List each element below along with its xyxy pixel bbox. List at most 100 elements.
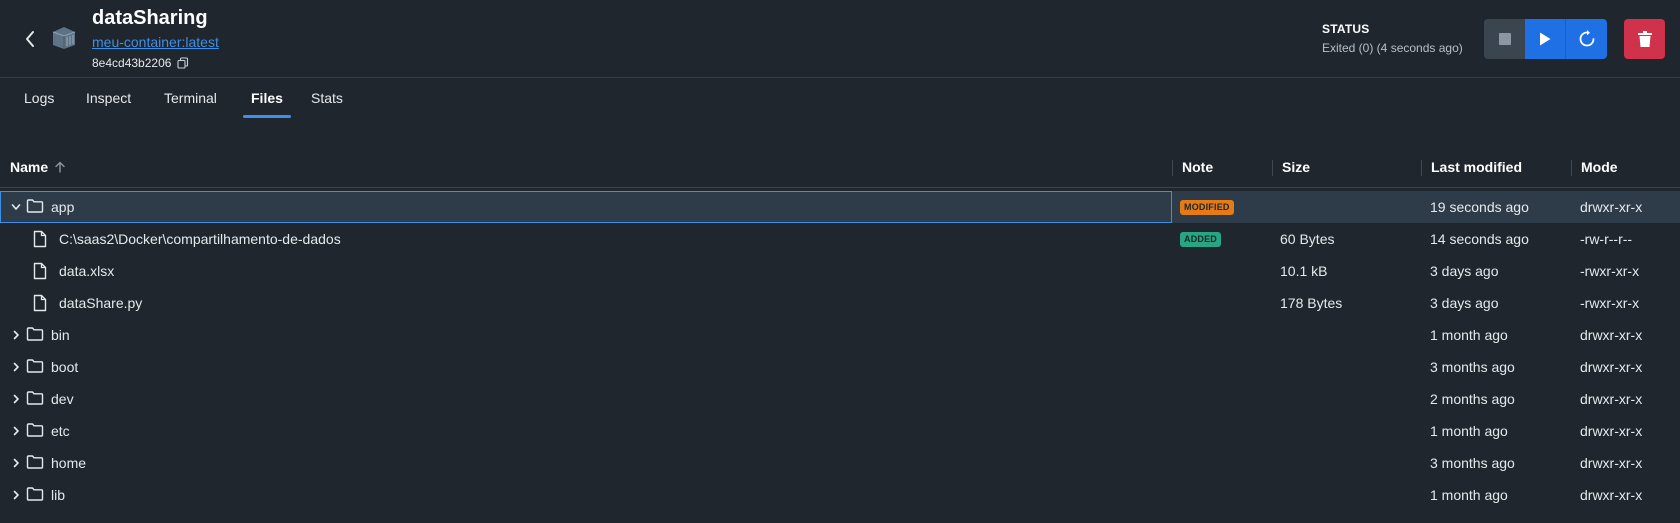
modified-cell: 14 seconds ago bbox=[1430, 231, 1529, 247]
mode-cell: drwxr-xr-x bbox=[1580, 455, 1643, 471]
file-name: dev bbox=[51, 391, 74, 407]
file-icon bbox=[33, 262, 51, 280]
mode-cell: drwxr-xr-x bbox=[1580, 487, 1643, 503]
modified-cell: 1 month ago bbox=[1430, 327, 1508, 343]
mode-cell: drwxr-xr-x bbox=[1580, 391, 1643, 407]
tab-stats[interactable]: Stats bbox=[311, 78, 343, 118]
modified-cell: 19 seconds ago bbox=[1430, 199, 1529, 215]
file-name: data.xlsx bbox=[59, 263, 115, 279]
column-header-mode[interactable]: Mode bbox=[1581, 159, 1618, 175]
name-cell: lib bbox=[10, 479, 65, 511]
column-divider[interactable] bbox=[1272, 160, 1273, 176]
chevron-right-icon[interactable] bbox=[10, 457, 22, 469]
column-header-size[interactable]: Size bbox=[1282, 159, 1310, 175]
column-header-note[interactable]: Note bbox=[1182, 159, 1213, 175]
chevron-left-icon bbox=[26, 31, 34, 47]
modified-cell: 3 days ago bbox=[1430, 263, 1499, 279]
status-label: STATUS bbox=[1322, 22, 1370, 36]
mode-cell: drwxr-xr-x bbox=[1580, 359, 1643, 375]
start-button[interactable] bbox=[1525, 19, 1566, 59]
chevron-right-icon[interactable] bbox=[10, 425, 22, 437]
folder-icon bbox=[26, 198, 44, 216]
file-icon bbox=[33, 230, 51, 248]
folder-icon bbox=[26, 390, 44, 408]
tab-files[interactable]: Files bbox=[243, 78, 291, 118]
folder-icon bbox=[26, 422, 44, 440]
tab-terminal[interactable]: Terminal bbox=[164, 78, 217, 118]
file-name: dataShare.py bbox=[59, 295, 143, 311]
table-row[interactable]: etc 1 month ago drwxr-xr-x bbox=[0, 415, 1680, 447]
chevron-right-icon[interactable] bbox=[10, 329, 22, 341]
status-text: Exited (0) (4 seconds ago) bbox=[1322, 41, 1463, 55]
table-row[interactable]: dev 2 months ago drwxr-xr-x bbox=[0, 383, 1680, 415]
column-name-label: Name bbox=[10, 159, 49, 175]
name-cell: home bbox=[10, 447, 86, 479]
modified-cell: 3 days ago bbox=[1430, 295, 1499, 311]
chevron-right-icon[interactable] bbox=[10, 361, 22, 373]
column-divider[interactable] bbox=[1571, 160, 1572, 176]
mode-cell: -rwxr-xr-x bbox=[1580, 295, 1640, 311]
folder-icon bbox=[26, 454, 44, 472]
file-icon bbox=[33, 294, 51, 312]
table-header: Name Note Size Last modified Mode bbox=[0, 146, 1680, 188]
delete-button[interactable] bbox=[1624, 19, 1665, 59]
table-row[interactable]: boot 3 months ago drwxr-xr-x bbox=[0, 351, 1680, 383]
modified-cell: 1 month ago bbox=[1430, 423, 1508, 439]
modified-cell: 2 months ago bbox=[1430, 391, 1515, 407]
container-title: dataSharing bbox=[92, 7, 208, 29]
table-row[interactable]: data.xlsx 10.1 kB 3 days ago -rwxr-xr-x bbox=[0, 255, 1680, 287]
name-cell: dev bbox=[10, 383, 74, 415]
chevron-right-icon[interactable] bbox=[10, 489, 22, 501]
table-row[interactable]: app MODIFIED 19 seconds ago drwxr-xr-x bbox=[0, 191, 1680, 223]
restart-button[interactable] bbox=[1566, 19, 1607, 59]
stop-icon bbox=[1498, 33, 1511, 45]
name-cell: dataShare.py bbox=[33, 287, 142, 319]
restart-icon bbox=[1579, 30, 1594, 47]
folder-icon bbox=[26, 486, 44, 504]
container-header: dataSharing meu-container:latest 8e4cd43… bbox=[0, 0, 1680, 78]
size-cell: 178 Bytes bbox=[1280, 295, 1343, 311]
trash-icon bbox=[1637, 31, 1652, 47]
file-name: C:\saas2\Docker\compartilhamento-de-dado… bbox=[59, 231, 341, 247]
file-name: etc bbox=[51, 423, 70, 439]
copy-icon[interactable] bbox=[177, 57, 189, 69]
stop-button[interactable] bbox=[1484, 19, 1525, 59]
container-icon bbox=[49, 26, 79, 50]
file-name: home bbox=[51, 455, 87, 471]
table-row[interactable]: home 3 months ago drwxr-xr-x bbox=[0, 447, 1680, 479]
status-badge: ADDED bbox=[1180, 231, 1222, 247]
mode-cell: drwxr-xr-x bbox=[1580, 199, 1643, 215]
column-header-modified[interactable]: Last modified bbox=[1431, 159, 1522, 175]
name-cell: data.xlsx bbox=[33, 255, 114, 287]
file-name: lib bbox=[51, 487, 66, 503]
modified-cell: 3 months ago bbox=[1430, 455, 1515, 471]
container-id: 8e4cd43b2206 bbox=[92, 56, 172, 70]
chevron-down-icon[interactable] bbox=[10, 201, 22, 213]
tab-inspect[interactable]: Inspect bbox=[86, 78, 131, 118]
table-row[interactable]: lib 1 month ago drwxr-xr-x bbox=[0, 479, 1680, 511]
modified-cell: 1 month ago bbox=[1430, 487, 1508, 503]
status-badge: MODIFIED bbox=[1180, 199, 1234, 215]
status-block: STATUS Exited (0) (4 seconds ago) bbox=[1322, 22, 1463, 55]
image-link[interactable]: meu-container:latest bbox=[92, 34, 219, 50]
play-icon bbox=[1540, 32, 1551, 46]
name-cell: boot bbox=[10, 351, 78, 383]
file-name: bin bbox=[51, 327, 70, 343]
column-divider[interactable] bbox=[1421, 160, 1422, 176]
table-row[interactable]: C:\saas2\Docker\compartilhamento-de-dado… bbox=[0, 223, 1680, 255]
folder-icon bbox=[26, 358, 44, 376]
back-button[interactable] bbox=[20, 27, 40, 51]
tab-logs[interactable]: Logs bbox=[24, 78, 54, 118]
name-cell: bin bbox=[10, 319, 70, 351]
column-divider[interactable] bbox=[1172, 160, 1173, 176]
mode-cell: -rw-r--r-- bbox=[1580, 231, 1633, 247]
row-focus-outline bbox=[0, 191, 1172, 223]
table-row[interactable]: dataShare.py 178 Bytes 3 days ago -rwxr-xr-… bbox=[0, 287, 1680, 319]
folder-icon bbox=[26, 326, 44, 344]
arrow-up-icon bbox=[55, 161, 65, 173]
column-header-name[interactable]: Name bbox=[10, 159, 66, 175]
file-name: app bbox=[51, 199, 75, 215]
size-cell: 10.1 kB bbox=[1280, 263, 1328, 279]
table-row[interactable]: bin 1 month ago drwxr-xr-x bbox=[0, 319, 1680, 351]
chevron-right-icon[interactable] bbox=[10, 393, 22, 405]
